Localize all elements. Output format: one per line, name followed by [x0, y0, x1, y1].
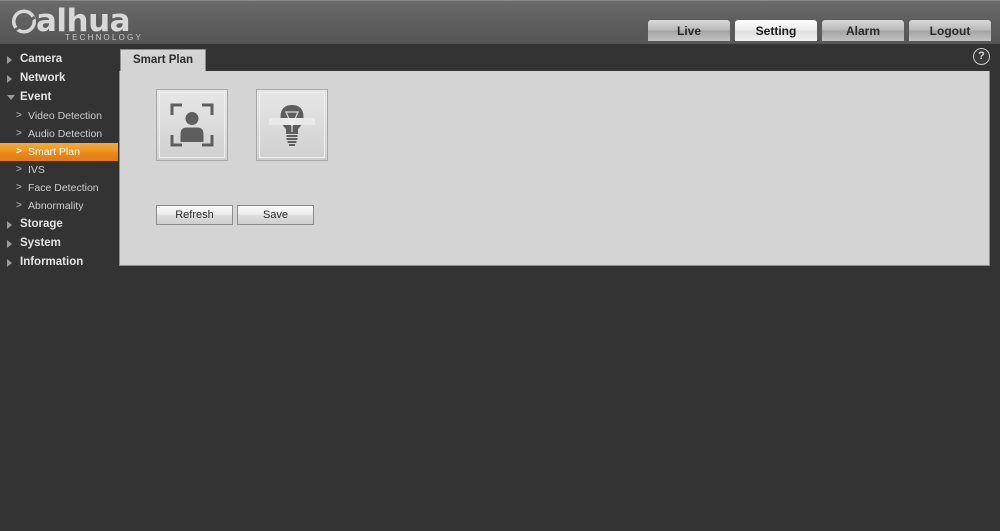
- nav-tab-live[interactable]: Live: [647, 19, 731, 42]
- sidebar-item-label: Smart Plan: [28, 146, 80, 158]
- chevron-right-icon: >: [16, 200, 22, 211]
- smart-plan-bulb-card[interactable]: [256, 89, 328, 161]
- help-icon[interactable]: ?: [973, 48, 990, 65]
- content-tab-bar: Smart Plan ?: [118, 44, 1000, 71]
- logo-wordmark: alhua: [36, 3, 131, 39]
- chevron-right-icon: >: [16, 182, 22, 193]
- sidebar-item-camera[interactable]: Camera: [0, 50, 118, 69]
- sidebar-item-label: Information: [20, 256, 84, 268]
- nav-tab-logout[interactable]: Logout: [908, 19, 992, 42]
- main-nav-tabs: Live Setting Alarm Logout: [647, 19, 992, 42]
- sidebar-nav: Camera Network Event > Video Detection >…: [0, 44, 118, 531]
- face-detection-card[interactable]: [156, 89, 228, 161]
- sidebar-item-storage[interactable]: Storage: [0, 215, 118, 234]
- sidebar-item-face-detection[interactable]: > Face Detection: [0, 179, 118, 197]
- chevron-right-icon: >: [16, 164, 22, 175]
- save-button[interactable]: Save: [237, 205, 314, 225]
- nav-tab-alarm[interactable]: Alarm: [821, 19, 905, 42]
- chevron-right-icon: [7, 240, 12, 248]
- sidebar-item-video-detection[interactable]: > Video Detection: [0, 107, 118, 125]
- light-bulb-icon: [269, 105, 315, 146]
- logo-subtitle: TECHNOLOGY: [65, 33, 144, 42]
- sidebar-item-audio-detection[interactable]: > Audio Detection: [0, 125, 118, 143]
- chevron-right-icon: [7, 56, 12, 64]
- sidebar-item-label: Video Detection: [28, 110, 102, 122]
- sidebar-item-smart-plan[interactable]: > Smart Plan: [0, 143, 118, 161]
- dahua-logo: alhua TECHNOLOGY: [10, 5, 240, 43]
- smart-plan-card-list: [156, 89, 356, 161]
- refresh-button[interactable]: Refresh: [156, 205, 233, 225]
- sidebar-item-label: Event: [20, 91, 52, 103]
- smart-plan-panel: Refresh Save: [119, 71, 990, 266]
- sidebar-item-label: Storage: [20, 218, 63, 230]
- tab-smart-plan[interactable]: Smart Plan: [120, 49, 206, 71]
- sidebar-item-network[interactable]: Network: [0, 69, 118, 88]
- sidebar-item-label: Network: [20, 72, 66, 84]
- sidebar-item-label: Abnormality: [28, 200, 84, 212]
- chevron-right-icon: >: [16, 110, 22, 121]
- sidebar-item-label: Camera: [20, 53, 63, 65]
- sidebar-item-label: IVS: [28, 164, 45, 176]
- chevron-right-icon: [7, 221, 12, 229]
- app-header: alhua TECHNOLOGY Live Setting Alarm Logo…: [0, 0, 1000, 44]
- action-buttons: Refresh Save: [156, 205, 318, 225]
- sidebar-item-label: System: [20, 237, 61, 249]
- sidebar-item-event[interactable]: Event: [0, 88, 118, 107]
- chevron-down-icon: [7, 95, 15, 100]
- logo-mark-icon: [12, 9, 37, 34]
- chevron-right-icon: [7, 259, 12, 267]
- sidebar-item-ivs[interactable]: > IVS: [0, 161, 118, 179]
- sidebar-item-system[interactable]: System: [0, 234, 118, 253]
- sidebar-item-information[interactable]: Information: [0, 253, 118, 272]
- sidebar-item-abnormality[interactable]: > Abnormality: [0, 197, 118, 215]
- sidebar-item-label: Audio Detection: [28, 128, 103, 140]
- chevron-right-icon: >: [16, 146, 22, 157]
- sidebar-item-label: Face Detection: [28, 182, 99, 194]
- face-detection-icon: [170, 103, 214, 147]
- chevron-right-icon: >: [16, 128, 22, 139]
- nav-tab-setting[interactable]: Setting: [734, 19, 818, 42]
- chevron-right-icon: [7, 75, 12, 83]
